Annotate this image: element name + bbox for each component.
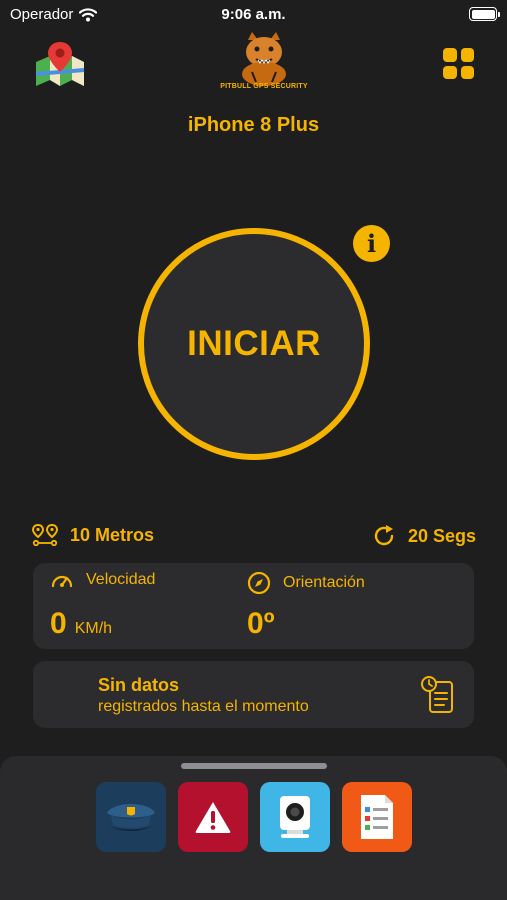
logo-text: PITBULL GPS SECURITY: [220, 83, 308, 90]
alert-triangle-icon: [195, 802, 231, 833]
compass-icon: [247, 571, 271, 595]
distance-value: 10 Metros: [70, 524, 155, 545]
speed-header: Velocidad: [50, 571, 155, 589]
info-icon[interactable]: i: [353, 225, 390, 262]
police-button[interactable]: [96, 782, 166, 852]
battery-icon: [469, 7, 500, 21]
speed-label: Velocidad: [86, 571, 156, 588]
refresh-icon: [374, 525, 394, 546]
bottom-sheet: [0, 756, 507, 900]
checklist-icon: [361, 795, 393, 839]
police-cap-icon: [107, 804, 155, 831]
start-button[interactable]: INICIAR: [138, 228, 370, 460]
history-subtitle: registrados hasta el momento: [98, 698, 309, 715]
speed-unit: KM/h: [74, 620, 113, 637]
pitbull-logo: PITBULL GPS SECURITY: [218, 30, 310, 94]
speedometer-icon: [51, 575, 73, 588]
tracking-settings: 10 Metros 20 Segs: [32, 524, 476, 552]
sheet-handle[interactable]: [181, 763, 327, 769]
menu-grid-icon[interactable]: [443, 48, 474, 79]
status-bar: Operador 9:06 a.m.: [0, 0, 507, 30]
pitbull-logo-image: [242, 32, 286, 86]
orientation-value: 0º: [247, 607, 275, 640]
interval-value: 20 Segs: [407, 525, 476, 546]
history-log-icon[interactable]: [420, 675, 456, 715]
speed-value: 0: [50, 607, 67, 640]
route-points-icon: [32, 524, 58, 546]
device-name: iPhone 8 Plus: [187, 114, 320, 136]
history-title: Sin datos: [98, 675, 180, 695]
distance-setting[interactable]: 10 Metros: [32, 524, 154, 546]
camera-button[interactable]: [260, 782, 330, 852]
camera-icon: [280, 796, 310, 838]
checklist-button[interactable]: [342, 782, 412, 852]
stats-card: Velocidad 0 KM/h Orientación 0º: [33, 563, 474, 649]
map-icon[interactable]: [34, 40, 86, 88]
alert-button[interactable]: [178, 782, 248, 852]
orientation-label: Orientación: [283, 574, 365, 591]
speed-readout: 0 KM/h: [50, 607, 112, 641]
orientation-header: Orientación: [247, 571, 365, 595]
interval-setting[interactable]: 20 Segs: [372, 524, 476, 548]
history-card[interactable]: Sin datos registrados hasta el momento: [33, 661, 474, 728]
status-time: 9:06 a.m.: [221, 6, 286, 23]
start-button-label: INICIAR: [187, 324, 321, 363]
